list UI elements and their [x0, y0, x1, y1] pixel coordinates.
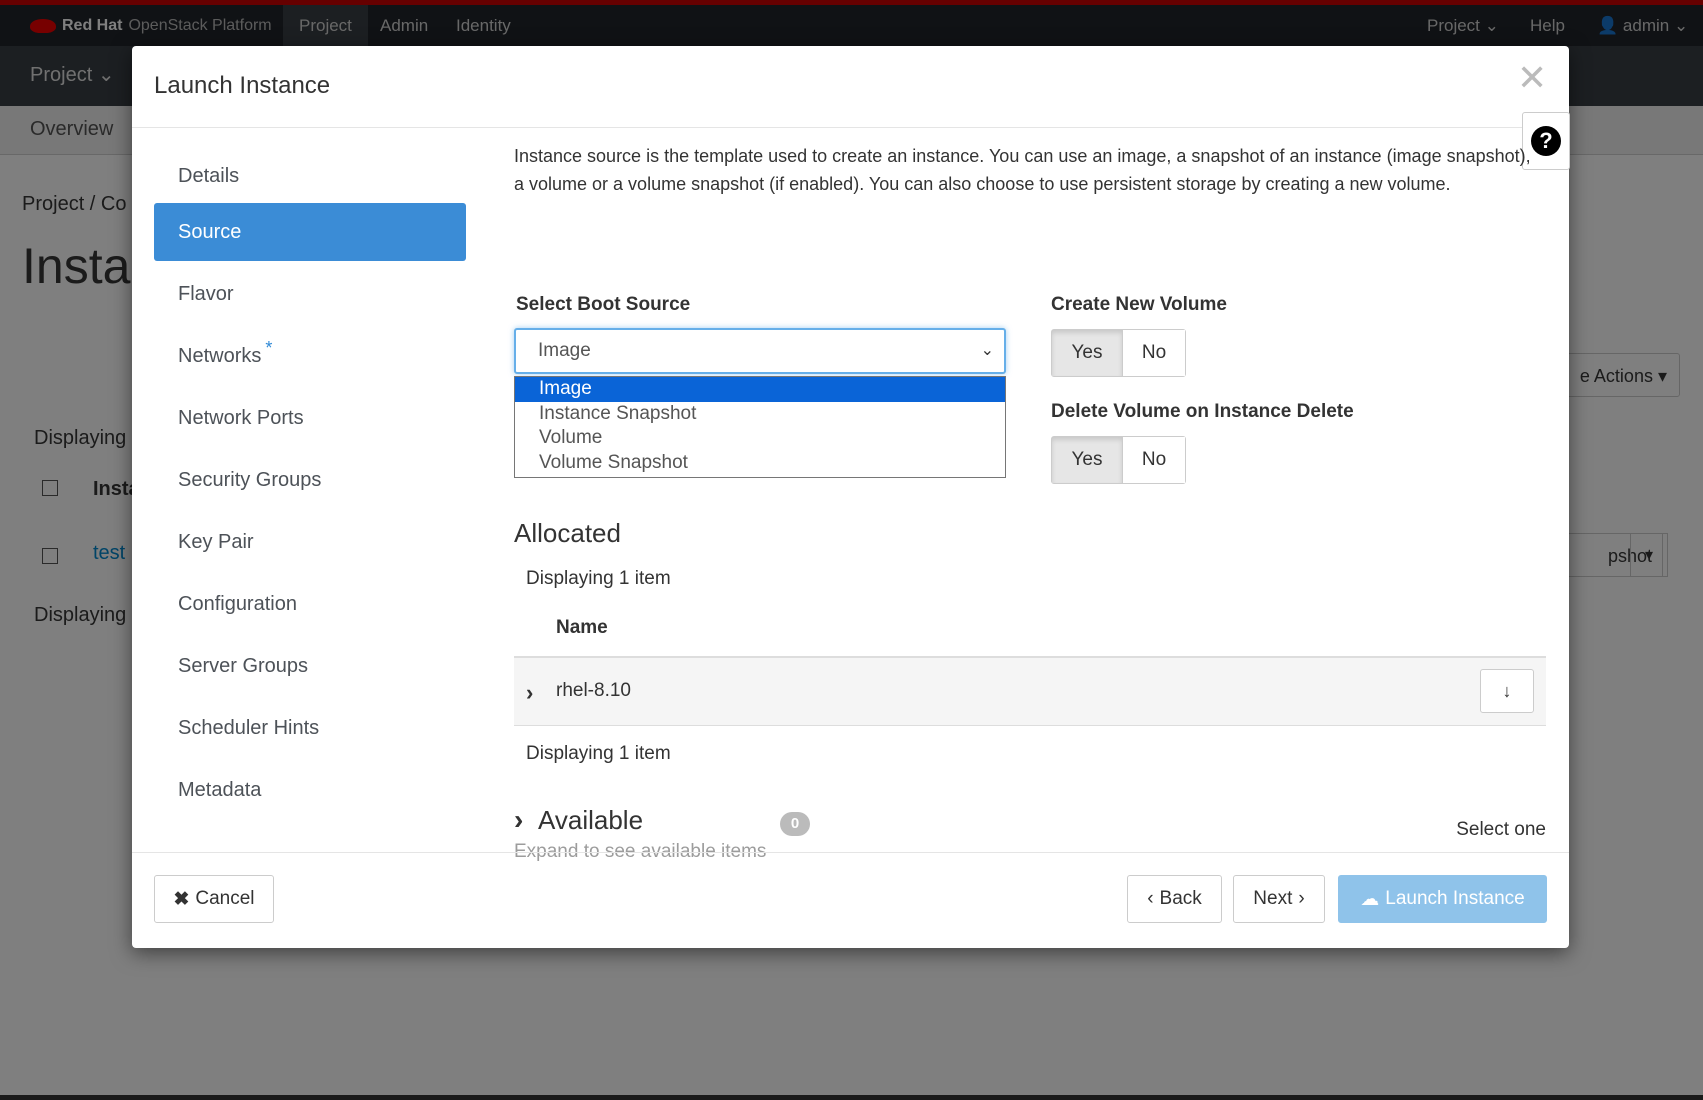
delete-volume-yes-button[interactable]: Yes [1052, 437, 1123, 483]
back-label: Back [1159, 888, 1202, 909]
wizard-step-details[interactable]: Details [154, 147, 466, 205]
delete-volume-label: Delete Volume on Instance Delete [1051, 401, 1354, 422]
allocated-count-top: Displaying 1 item [526, 568, 671, 589]
back-button[interactable]: ‹ Back [1127, 875, 1222, 923]
create-volume-no-button[interactable]: No [1123, 330, 1185, 376]
table-row: › rhel-8.10 ↓ [514, 658, 1546, 726]
cancel-label: Cancel [195, 888, 255, 909]
launch-label: Launch Instance [1385, 888, 1525, 909]
create-volume-toggle: Yes No [1051, 329, 1186, 377]
allocated-image-name: rhel-8.10 [556, 680, 631, 701]
boot-source-option-image[interactable]: Image [515, 377, 1005, 402]
wizard-step-scheduler-hints[interactable]: Scheduler Hints [154, 699, 466, 757]
chevron-right-icon[interactable]: › [526, 680, 533, 706]
next-label: Next [1253, 888, 1293, 909]
cloud-upload-icon: ☁ [1360, 888, 1380, 910]
deallocate-button[interactable]: ↓ [1480, 669, 1534, 713]
modal-title: Launch Instance [154, 72, 331, 99]
allocated-count-bottom: Displaying 1 item [526, 743, 671, 764]
create-volume-yes-button[interactable]: Yes [1052, 330, 1123, 376]
create-volume-label: Create New Volume [1051, 294, 1227, 315]
wizard-step-server-groups[interactable]: Server Groups [154, 637, 466, 695]
modal-footer: ✖ Cancel ‹ Back Next › ☁ Launch Instance [132, 852, 1569, 949]
modal-header: Launch Instance ✕ [132, 46, 1569, 128]
select-one-hint: Select one [1456, 819, 1546, 840]
launch-instance-button[interactable]: ☁ Launch Instance [1338, 875, 1547, 923]
boot-source-label: Select Boot Source [516, 294, 691, 315]
allocated-title: Allocated [514, 518, 621, 548]
delete-volume-no-button[interactable]: No [1123, 437, 1185, 483]
wizard-step-networks[interactable]: Networks * [154, 327, 466, 385]
cancel-button[interactable]: ✖ Cancel [154, 875, 274, 923]
chevron-right-icon[interactable]: › [514, 804, 523, 836]
wizard-step-key-pair[interactable]: Key Pair [154, 513, 466, 571]
next-button[interactable]: Next › [1233, 875, 1325, 923]
wizard-step-source[interactable]: Source [154, 203, 466, 261]
source-description: Instance source is the template used to … [514, 146, 1531, 194]
boot-source-option-instance-snapshot[interactable]: Instance Snapshot [515, 402, 1005, 427]
delete-volume-toggle: Yes No [1051, 436, 1186, 484]
boot-source-options: Image Instance Snapshot Volume Volume Sn… [514, 376, 1006, 478]
chevron-left-icon: ‹ [1147, 888, 1154, 909]
boot-source-option-volume-snapshot[interactable]: Volume Snapshot [515, 451, 1005, 476]
wizard-step-flavor[interactable]: Flavor [154, 265, 466, 323]
wizard-step-configuration[interactable]: Configuration [154, 575, 466, 633]
available-title[interactable]: Available [538, 805, 643, 836]
wizard-step-metadata[interactable]: Metadata [154, 761, 466, 819]
wizard-step-security-groups[interactable]: Security Groups [154, 451, 466, 509]
close-icon[interactable]: ✕ [1517, 60, 1547, 96]
boot-source-option-volume[interactable]: Volume [515, 426, 1005, 451]
wizard-step-networks-label: Networks [178, 345, 262, 367]
close-icon: ✖ [173, 888, 190, 910]
arrow-down-icon: ↓ [1502, 680, 1512, 701]
chevron-right-icon: › [1298, 888, 1305, 909]
available-count-badge: 0 [780, 812, 810, 836]
boot-source-value: Image [538, 340, 591, 361]
bottom-edge [0, 1095, 1703, 1100]
allocated-column-name: Name [556, 617, 608, 638]
launch-instance-modal: Launch Instance ✕ ? Details Source Flavo… [132, 46, 1570, 949]
required-asterisk-icon: * [265, 338, 273, 358]
wizard-step-network-ports[interactable]: Network Ports [154, 389, 466, 447]
chevron-down-icon: ⌄ [980, 342, 994, 359]
boot-source-select[interactable]: Image ⌄ [514, 328, 1006, 374]
